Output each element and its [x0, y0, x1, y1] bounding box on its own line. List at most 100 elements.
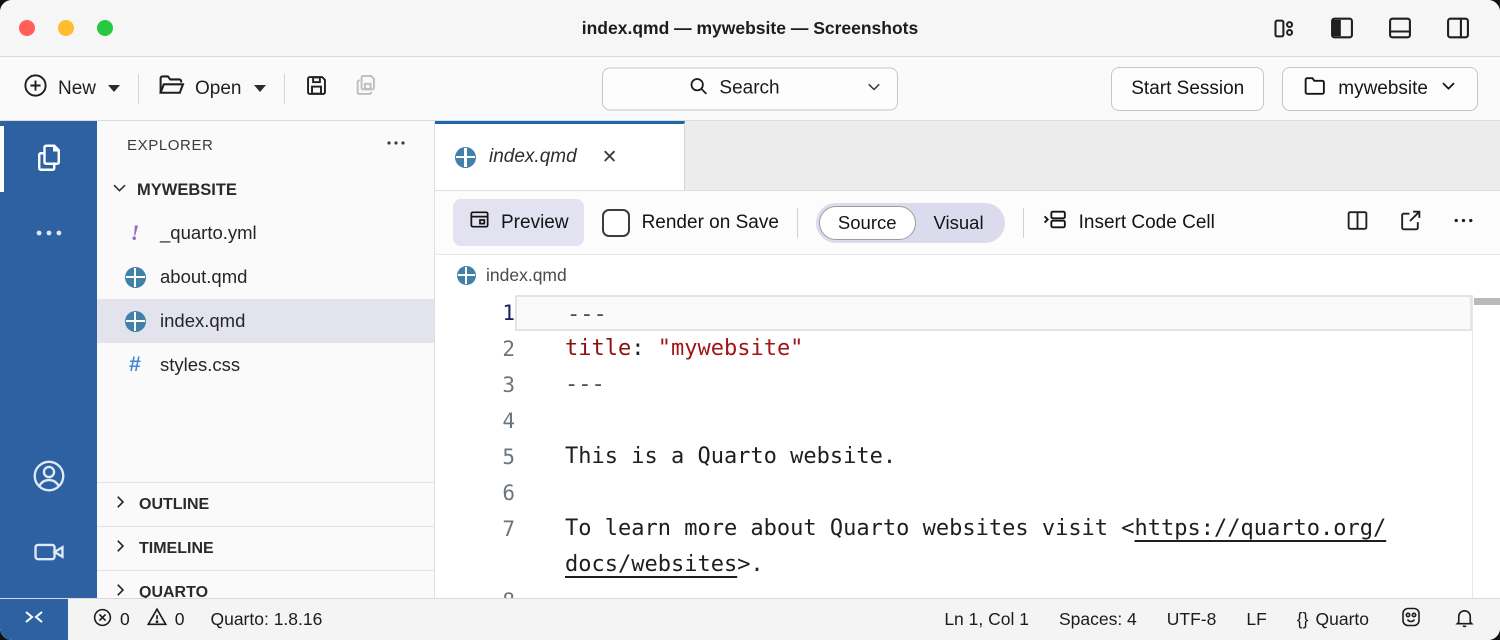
code-link[interactable]: https://quarto.org/ [1135, 516, 1387, 541]
preview-button[interactable]: Preview [453, 199, 584, 246]
customize-layout-icon[interactable] [1271, 15, 1298, 42]
code-line[interactable]: 4 [435, 403, 1472, 439]
status-bar: 0 0 Quarto: 1.8.16 Ln 1, Col 1 Spaces: 4… [0, 598, 1500, 640]
quarto-icon [125, 267, 146, 288]
code-token: >. [737, 552, 764, 577]
language-mode-status[interactable]: {} Quarto [1297, 609, 1369, 630]
code-line[interactable]: 8 [435, 583, 1472, 598]
code-line[interactable]: 7 To learn more about Quarto websites vis… [435, 511, 1472, 547]
line-number: 7 [435, 511, 515, 547]
sidebar-section-timeline[interactable]: TIMELINE [97, 526, 434, 570]
yaml-icon: ! [123, 220, 147, 246]
open-button[interactable]: Open [157, 71, 265, 106]
notifications-bell-icon[interactable] [1453, 606, 1476, 634]
code-token: To learn more about Quarto websites visi… [565, 516, 1135, 541]
remote-indicator[interactable] [0, 599, 68, 640]
divider [284, 74, 285, 104]
overview-ruler-cursor-marker [1474, 298, 1500, 305]
indentation-status[interactable]: Spaces: 4 [1059, 609, 1137, 630]
sidebar-section-quarto[interactable]: QUARTO [97, 570, 434, 598]
save-all-icon [352, 72, 379, 105]
minimize-window-button[interactable] [58, 20, 74, 36]
code-editor[interactable]: 1 --- 2title: "mywebsite"3---45This is a Q… [435, 295, 1500, 598]
file-item-_quarto.yml[interactable]: ! _quarto.yml [97, 211, 434, 255]
line-number [435, 547, 515, 583]
more-activity-button[interactable] [0, 197, 97, 273]
editor-more-actions-icon[interactable] [1451, 208, 1476, 238]
code-link[interactable]: docs/websites [565, 552, 737, 577]
search-placeholder: Search [719, 78, 779, 100]
project-root-label: MYWEBSITE [137, 181, 237, 200]
open-label: Open [195, 78, 241, 100]
toggle-panel-icon[interactable] [1386, 14, 1414, 42]
quarto-version-status[interactable]: Quarto: 1.8.16 [210, 609, 322, 630]
search-input[interactable]: Search [602, 67, 898, 110]
save-all-button[interactable] [352, 72, 379, 105]
code-line[interactable]: 1 --- [435, 295, 1472, 331]
start-session-button[interactable]: Start Session [1111, 67, 1264, 111]
preview-label: Preview [501, 212, 569, 234]
problems-indicator[interactable]: 0 0 [92, 606, 184, 633]
breadcrumb[interactable]: index.qmd [435, 255, 1500, 295]
sidebar-section-outline[interactable]: OUTLINE [97, 482, 434, 526]
file-name: _quarto.yml [160, 222, 257, 244]
source-mode-button[interactable]: Source [819, 206, 916, 240]
code-line[interactable]: 2title: "mywebsite" [435, 331, 1472, 367]
file-item-about.qmd[interactable]: about.qmd [97, 255, 434, 299]
quarto-icon [455, 147, 476, 168]
search-icon [688, 75, 709, 102]
editor-scrollbar[interactable] [1472, 295, 1500, 598]
app-window: index.qmd — mywebsite — Screenshots [0, 0, 1500, 640]
code-token: --- [567, 302, 607, 327]
code-token: This is a Quarto website. [565, 444, 896, 469]
explorer-more-actions-icon[interactable] [384, 131, 408, 160]
top-action-bar: New Open [0, 57, 1500, 121]
project-root-item[interactable]: MYWEBSITE [97, 169, 434, 211]
video-camera-button[interactable] [0, 516, 97, 592]
warning-count: 0 [175, 609, 185, 630]
line-number: 4 [435, 403, 515, 439]
chevron-right-icon [111, 493, 129, 516]
feedback-smiley-icon[interactable] [1399, 605, 1423, 634]
eol-status[interactable]: LF [1246, 609, 1266, 630]
explorer-activity-button[interactable] [0, 121, 97, 197]
quarto-icon [457, 266, 476, 285]
dropdown-caret-icon [108, 85, 120, 92]
cursor-position-status[interactable]: Ln 1, Col 1 [944, 609, 1029, 630]
code-line[interactable]: 5This is a Quarto website. [435, 439, 1472, 475]
file-item-styles.css[interactable]: #styles.css [97, 343, 434, 387]
split-editor-icon[interactable] [1345, 208, 1370, 238]
close-tab-icon[interactable]: ✕ [602, 146, 618, 169]
code-line[interactable]: 6 [435, 475, 1472, 511]
start-session-label: Start Session [1131, 78, 1244, 100]
code-line[interactable]: docs/websites>. [435, 547, 1472, 583]
encoding-status[interactable]: UTF-8 [1167, 609, 1217, 630]
new-button[interactable]: New [22, 72, 120, 105]
code-line[interactable]: 3--- [435, 367, 1472, 403]
account-icon [30, 457, 68, 500]
close-window-button[interactable] [19, 20, 35, 36]
open-external-icon[interactable] [1398, 208, 1423, 238]
toggle-secondary-sidebar-icon[interactable] [1444, 14, 1472, 42]
file-name: styles.css [160, 354, 240, 376]
error-count: 0 [120, 609, 130, 630]
insert-code-cell-button[interactable]: Insert Code Cell [1042, 206, 1215, 239]
breadcrumb-file-label: index.qmd [486, 265, 567, 286]
zoom-window-button[interactable] [97, 20, 113, 36]
workspace-folder-button[interactable]: mywebsite [1282, 67, 1478, 111]
render-on-save-label: Render on Save [642, 212, 779, 234]
preview-icon [468, 208, 491, 237]
tab-index-qmd[interactable]: index.qmd ✕ [435, 121, 685, 190]
chevron-down-icon [1439, 76, 1458, 101]
code-token: title [565, 336, 631, 361]
line-number: 1 [435, 295, 515, 331]
file-item-index.qmd[interactable]: index.qmd [97, 299, 434, 343]
account-button[interactable] [0, 440, 97, 516]
chevron-down-icon[interactable] [865, 77, 883, 100]
toggle-primary-sidebar-icon[interactable] [1328, 14, 1356, 42]
new-label: New [58, 78, 96, 100]
error-icon [92, 607, 113, 633]
save-button[interactable] [303, 72, 330, 105]
visual-mode-button[interactable]: Visual [916, 207, 1002, 239]
render-on-save-checkbox[interactable] [602, 209, 630, 237]
